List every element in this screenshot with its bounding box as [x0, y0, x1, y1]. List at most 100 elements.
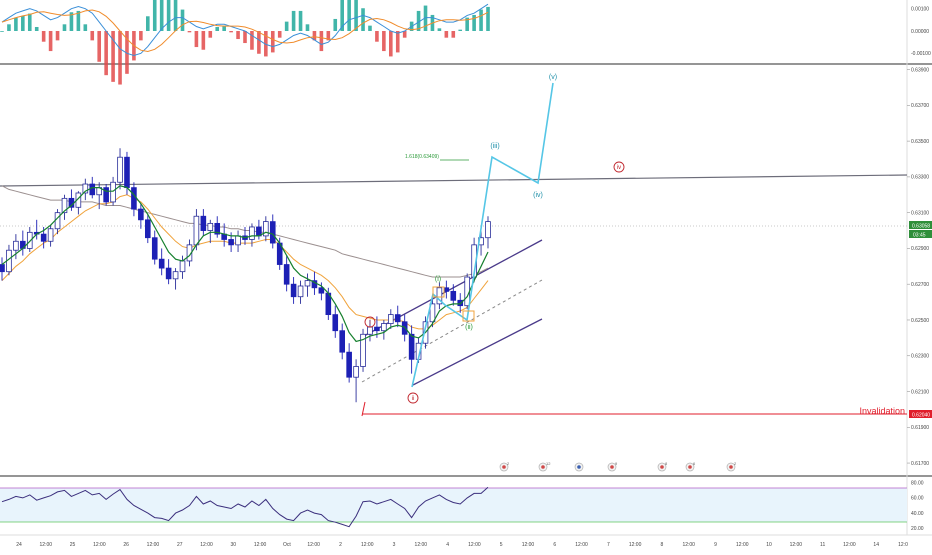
candle: [158, 248, 165, 276]
macd-histogram-bar: [451, 31, 456, 38]
price-tick-label: 0.63900: [911, 67, 929, 73]
macd-histogram-bar: [298, 10, 303, 31]
channel-lower-line[interactable]: [412, 318, 543, 386]
macd-line: [1, 3, 489, 57]
candle: [235, 230, 241, 253]
macd-histogram-bar: [437, 28, 442, 31]
candle: [360, 328, 366, 372]
macd-histogram-bar: [118, 31, 122, 85]
candle: [283, 255, 290, 292]
time-tick-label: 4: [446, 542, 449, 548]
wave-ii-text: ii: [412, 396, 415, 402]
macd-histogram-bar: [146, 16, 150, 31]
sub-wave-iii-label[interactable]: (iii): [490, 143, 499, 150]
candle-body-up: [179, 260, 186, 273]
macd-histogram-bar: [402, 31, 407, 38]
candle: [263, 216, 269, 242]
time-tick-label: 25: [70, 542, 76, 548]
wave-i-text: i: [369, 320, 370, 326]
candle-body-up: [117, 156, 123, 183]
macd-histogram-bar: [270, 31, 275, 53]
macd-histogram-bar: [41, 31, 46, 42]
macd-histogram-bar: [159, 0, 164, 31]
wave-iv-text: iv: [617, 165, 621, 171]
price-tick-label: 0.63100: [911, 210, 929, 216]
macd-histogram-bar: [395, 31, 400, 53]
time-tick-label: 12:00: [40, 542, 53, 548]
macd-histogram-bar: [257, 31, 261, 54]
candle-body-up: [172, 271, 179, 280]
candle-body-down: [283, 264, 290, 285]
time-tick-label: 12:00: [682, 542, 695, 548]
candle-body-down: [138, 208, 144, 221]
macd-histogram-bar: [236, 31, 240, 40]
macd-histogram-bar: [333, 18, 338, 31]
macd-histogram-bar: [14, 17, 18, 31]
invalidation-price-tag-text: 0.62040: [912, 413, 930, 419]
macd-histogram-bar: [180, 9, 185, 31]
candle-body-down: [165, 267, 172, 280]
candle: [131, 182, 137, 217]
event-marker[interactable]: [574, 462, 584, 472]
event-count-label: 12: [546, 461, 551, 466]
sub-wave-i-label[interactable]: (i): [435, 276, 441, 283]
wave-label-ii[interactable]: ii: [407, 392, 419, 404]
event-marker[interactable]: 8: [657, 461, 668, 472]
time-tick-label: 12:00: [843, 542, 856, 548]
candle-body-up: [304, 280, 311, 287]
candle: [387, 309, 394, 329]
price-axis[interactable]: 0.63900 0.63700 0.63500 0.63300 0.63100 0.629…: [907, 67, 929, 467]
macd-histogram-bar: [250, 31, 254, 50]
time-tick-label: 12:00: [790, 542, 803, 548]
sub-wave-v-label[interactable]: (v): [549, 74, 557, 81]
time-tick-label: 14: [873, 542, 879, 548]
candle: [117, 148, 123, 190]
candle-body-down: [200, 215, 207, 231]
time-tick-label: 6: [553, 542, 556, 548]
event-count-label: 8: [665, 461, 668, 466]
macd-tick-label: 0.00100: [911, 6, 929, 12]
chart-container[interactable]: 0.00100 0.00000 -0.00100 1.618(0.63409) i: [0, 0, 932, 550]
macd-histogram-bar: [486, 6, 490, 32]
rsi-axis: 80.00 60.00 40.00 20.00: [911, 481, 924, 532]
elliott-wave-projection[interactable]: [411, 82, 554, 388]
candle-body-down: [394, 314, 401, 323]
candle: [82, 178, 89, 201]
macd-histogram-bar: [7, 24, 11, 31]
candle-body-down: [318, 287, 325, 294]
time-tick-label: 11: [820, 542, 825, 548]
event-marker[interactable]: 12: [538, 461, 551, 472]
resistance-trendline[interactable]: [0, 174, 908, 187]
economic-event-markers[interactable]: 2 12 9 8 6 2: [499, 461, 737, 472]
macd-histogram-bar: [152, 0, 157, 31]
candle: [408, 325, 415, 374]
macd-histogram-bar: [361, 8, 365, 31]
candle-body-up: [13, 240, 19, 251]
rsi-tick-label: 60.00: [911, 496, 924, 502]
event-marker[interactable]: 2: [499, 461, 510, 472]
candle-body-up: [193, 215, 200, 246]
candle-body-up: [297, 285, 304, 298]
sub-wave-iv-label[interactable]: (iv): [533, 192, 543, 199]
candle-body-down: [408, 333, 415, 360]
event-flag-dot: [688, 465, 692, 469]
macd-tick-label: -0.00100: [911, 51, 931, 57]
candle: [138, 203, 144, 229]
time-tick-label: 2: [339, 542, 342, 548]
candle: [381, 319, 387, 340]
candle-body-down: [40, 233, 47, 242]
candle-body-down: [450, 290, 457, 301]
candle-body-up: [367, 326, 373, 335]
event-marker[interactable]: 6: [685, 461, 696, 472]
time-axis[interactable]: 24 12:00 25 12:00 26 12:00 27 12:00 30 12:00 Oct 12…: [16, 542, 908, 548]
candle: [346, 343, 352, 383]
wave-label-iv-big[interactable]: iv: [613, 161, 625, 173]
macd-histogram-bar: [139, 31, 143, 41]
event-marker[interactable]: 2: [726, 461, 737, 472]
candlestick-chart[interactable]: 0.00100 0.00000 -0.00100 1.618(0.63409) i: [0, 0, 932, 550]
invalidation-label[interactable]: Invalidation: [859, 406, 905, 416]
event-marker[interactable]: 9: [607, 461, 618, 472]
macd-histogram-bar: [368, 25, 372, 31]
candle: [339, 323, 345, 360]
sub-wave-ii-label[interactable]: (ii): [465, 324, 473, 331]
